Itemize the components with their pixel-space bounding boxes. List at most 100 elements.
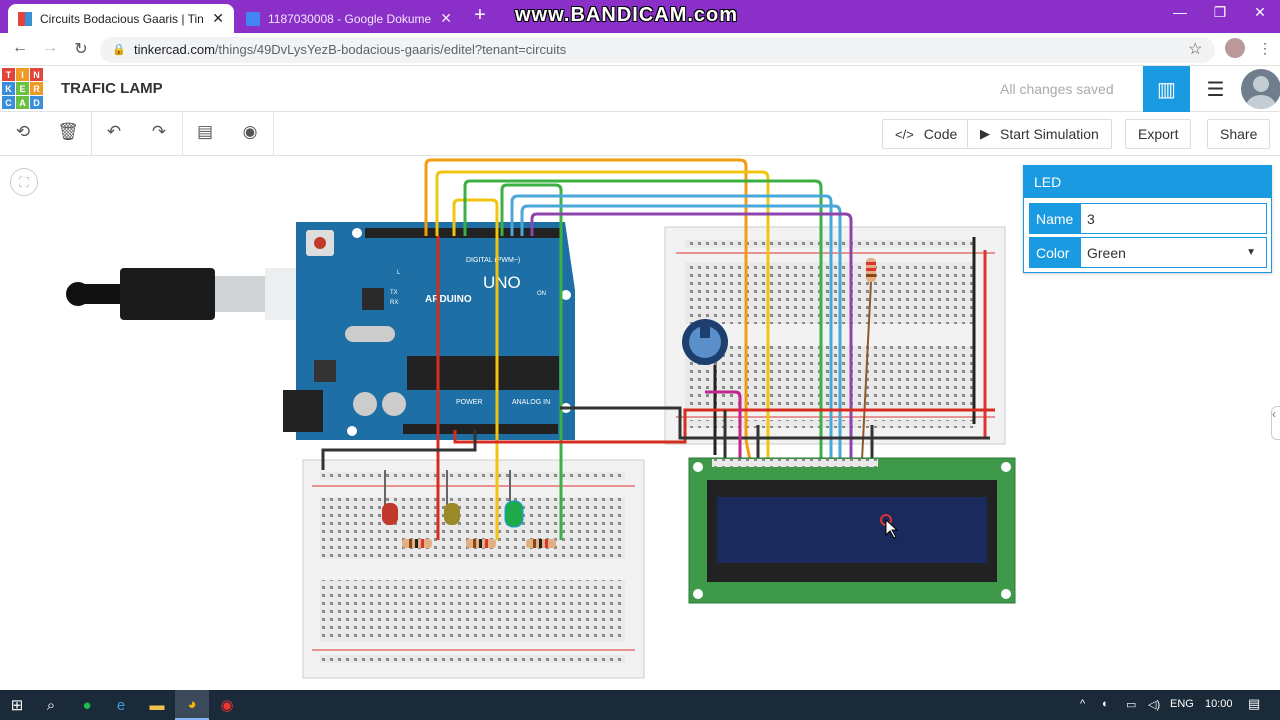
network-icon[interactable]: ▭ [1126,698,1136,711]
name-row: Name 3 [1029,203,1267,234]
code-button[interactable]: </> Code [882,119,971,149]
search-icon[interactable]: ⌕ [34,690,68,720]
spotify-icon[interactable]: ● [70,690,104,720]
rx-led-label: RX [390,300,398,306]
close-window-button[interactable]: ✕ [1240,4,1280,21]
url-path: /things/49DvLysYezB-bodacious-gaaris/edi… [214,42,567,57]
atmega-chip [407,356,559,390]
tab-label: 1187030008 - Google Dokumen [268,11,433,26]
chevron-down-icon: ▼ [1246,247,1256,258]
forward-arrow-icon[interactable]: → [40,39,60,57]
component-list-button[interactable]: ☰ [1193,66,1238,112]
color-label: Color [1029,237,1080,268]
tab-label: Circuits Bodacious Gaaris | Tinker [40,11,205,26]
lcd-screen [717,497,987,563]
google-docs-favicon-icon [246,11,260,26]
rotate-icon[interactable]: ⟲ [10,122,36,146]
circuit-view-button[interactable]: ▥ [1143,66,1190,112]
share-button[interactable]: Share [1207,119,1271,149]
address-bar-row: ← → ↻ 🔒 tinkercad.com/things/49DvLysYezB… [0,33,1280,66]
toolbar-divider [91,112,92,156]
delete-icon[interactable]: 🗑 [55,122,81,146]
url-field[interactable]: 🔒 tinkercad.com/things/49DvLysYezB-bodac… [100,37,1215,63]
name-label: Name [1029,203,1080,234]
usb-cable[interactable] [66,268,307,320]
browser-menu-icon[interactable]: ⋮ [1258,40,1272,57]
color-value: Green [1087,244,1126,261]
resistor-green-led[interactable] [526,539,556,548]
clock[interactable]: 10:00 [1205,698,1233,710]
browser-profile-avatar[interactable] [1225,38,1245,58]
editor-toolbar: ⟲ 🗑 ↶ ↷ ▤ ◉ </> Code ▶ Start Simulation … [0,112,1280,156]
chip-icon: ▥ [1157,78,1176,101]
user-silhouette-icon [1246,76,1276,109]
toolbar-divider [273,112,274,156]
volume-icon[interactable]: ◁) [1148,698,1160,711]
tx-led-label: TX [390,290,398,296]
close-tab-icon[interactable]: ✕ [212,10,224,27]
component-inspector: LED Name 3 Color Green ▼ [1023,165,1272,273]
file-explorer-icon[interactable]: ▬ [140,690,174,720]
project-title[interactable]: TRAFIC LAMP [61,80,163,97]
bandicam-icon[interactable]: ◉ [210,690,244,720]
app-header: T I N K E R C A D TRAFIC LAMP All change… [0,66,1280,112]
logo-cell: N [30,68,43,81]
logo-cell: K [2,82,15,95]
export-label: Export [1138,126,1179,142]
user-avatar[interactable] [1241,69,1280,109]
tab-google-docs[interactable]: 1187030008 - Google Dokumen ✕ [236,4,462,33]
visibility-eye-icon[interactable]: ◉ [237,122,263,146]
reload-icon[interactable]: ↻ [71,39,91,59]
chrome-icon[interactable]: ◕ [175,690,209,720]
power-pins-label: POWER [456,399,482,406]
on-led-label: ON [537,291,546,297]
tinkercad-logo[interactable]: T I N K E R C A D [2,68,43,110]
tray-app-icon[interactable]: ◐ [1102,698,1109,710]
resistor-red-led[interactable] [402,539,432,548]
color-select[interactable]: Green ▼ [1080,237,1267,268]
tab-tinkercad[interactable]: Circuits Bodacious Gaaris | Tinker ✕ [8,4,234,33]
power-analog-header [403,424,558,434]
redo-icon[interactable]: ↷ [146,122,172,146]
analog-pins-label: ANALOG IN [512,399,550,406]
windows-start-icon[interactable]: ⊞ [0,690,34,720]
notifications-icon[interactable]: ▤ [1248,696,1260,712]
toolbar-divider [182,112,183,156]
undo-icon[interactable]: ↶ [101,122,127,146]
minimize-button[interactable]: — [1160,4,1200,20]
arduino-brand-label: ARDUINO [425,294,472,305]
restore-button[interactable]: ❐ [1200,4,1240,21]
collapse-panel-tab[interactable]: ‹ [1271,406,1280,440]
browser-tab-bar: Circuits Bodacious Gaaris | Tinker ✕ 118… [0,0,1280,33]
export-button[interactable]: Export [1125,119,1192,149]
start-simulation-button[interactable]: ▶ Start Simulation [967,119,1112,149]
close-tab-icon[interactable]: ✕ [440,10,452,27]
language-indicator[interactable]: ENG [1170,698,1194,710]
recording-watermark: www.BANDICAM.com [515,4,739,26]
logo-cell: A [16,96,29,109]
back-arrow-icon[interactable]: ← [10,39,30,57]
notes-icon[interactable]: ▤ [192,122,218,146]
simulate-label: Start Simulation [1000,126,1099,142]
name-input[interactable]: 3 [1080,203,1267,234]
breadboard-bottom-left[interactable] [302,459,645,679]
color-row: Color Green ▼ [1029,237,1267,268]
tray-chevron-icon[interactable]: ^ [1080,698,1085,710]
logo-cell: E [16,82,29,95]
edge-icon[interactable]: e [104,690,138,720]
digital-pins-label: DIGITAL (PWM~) [466,257,520,264]
save-status: All changes saved [1000,81,1114,97]
new-tab-button[interactable]: + [470,4,490,27]
windows-taskbar: ⊞ ⌕ ● e ▬ ◕ ◉ ^ ◐ ▭ ◁) ENG 10:00 ▤ [0,690,1280,720]
arduino-uno-board[interactable]: ARDUINO UNO DIGITAL (PWM~) POWER ANALOG … [283,222,575,440]
url-host: tinkercad.com [134,42,215,57]
inspector-title: LED [1024,166,1271,198]
share-label: Share [1220,126,1258,142]
logo-cell: I [16,68,29,81]
logo-cell: R [30,82,43,95]
bookmark-star-icon[interactable]: ☆ [1188,39,1202,59]
code-label: Code [923,126,958,142]
resistor-yellow-led[interactable] [466,539,496,548]
lcd-16x2[interactable] [688,457,1016,604]
lock-icon: 🔒 [112,44,126,56]
